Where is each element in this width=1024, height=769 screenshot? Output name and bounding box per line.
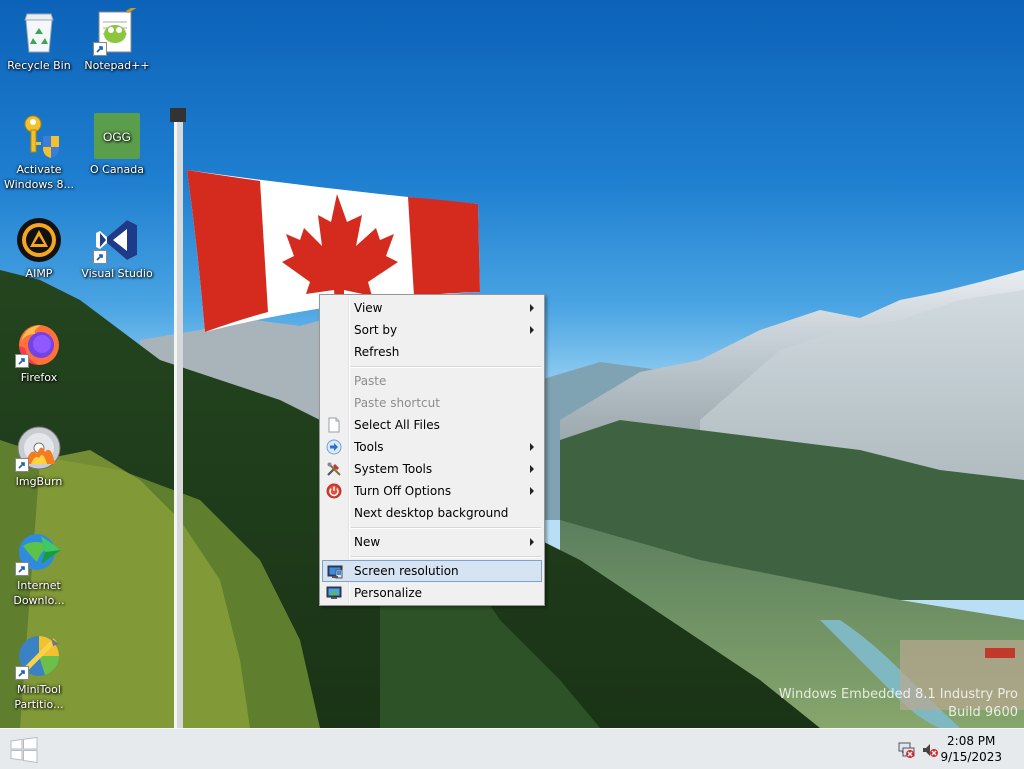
power-icon xyxy=(326,483,342,499)
desktop-icon-label: Visual Studio xyxy=(81,267,153,280)
menu-item-label: Personalize xyxy=(354,586,423,600)
personalize-icon xyxy=(326,585,342,601)
firefox-icon xyxy=(15,320,63,368)
menu-item-select-all-files[interactable]: Select All Files xyxy=(322,414,542,436)
desktop-icon-label: ImgBurn xyxy=(15,475,63,488)
submenu-arrow-icon xyxy=(530,538,534,546)
menu-separator xyxy=(351,527,541,529)
menu-item-sort-by[interactable]: Sort by xyxy=(322,319,542,341)
taskbar-clock[interactable]: 2:08 PM 9/15/2023 xyxy=(940,733,1002,765)
network-disconnected-icon[interactable] xyxy=(897,741,915,759)
desktop-icon-imgburn[interactable]: ImgBurn xyxy=(0,424,78,489)
ogg-badge-text: OGG xyxy=(103,130,131,144)
submenu-arrow-icon xyxy=(530,465,534,473)
desktop-icon-visual-studio[interactable]: Visual Studio xyxy=(78,216,156,281)
desktop-icon-firefox[interactable]: Firefox xyxy=(0,320,78,385)
tools-icon xyxy=(326,461,342,477)
submenu-arrow-icon xyxy=(530,487,534,495)
desktop-icon-label: Internet Downlo... xyxy=(13,579,65,607)
desktop-icon-label: Recycle Bin xyxy=(7,59,71,72)
menu-item-personalize[interactable]: Personalize xyxy=(322,582,542,604)
windows-logo-icon xyxy=(10,736,38,764)
menu-item-label: Sort by xyxy=(354,323,398,337)
shortcut-arrow-icon xyxy=(15,458,29,472)
menu-separator xyxy=(351,366,541,368)
menu-item-tools[interactable]: Tools xyxy=(322,436,542,458)
clock-time: 2:08 PM xyxy=(947,734,996,748)
desktop-icon-aimp[interactable]: AIMP xyxy=(0,216,78,281)
menu-item-new[interactable]: New xyxy=(322,531,542,553)
imgburn-icon xyxy=(15,424,63,472)
menu-item-label: Select All Files xyxy=(354,418,440,432)
menu-separator xyxy=(351,556,541,558)
desktop-icon-label: Firefox xyxy=(20,371,58,384)
menu-item-label: Turn Off Options xyxy=(354,484,452,498)
key-shield-icon xyxy=(15,112,63,160)
watermark-build: Build 9600 xyxy=(948,705,1018,720)
menu-item-label: Next desktop background xyxy=(354,506,509,520)
desktop-icon-minitool-partition[interactable]: MiniTool Partitio... xyxy=(0,632,78,712)
menu-item-paste: Paste xyxy=(322,370,542,392)
desktop-icon-label: Activate Windows 8... xyxy=(3,163,75,191)
menu-item-system-tools[interactable]: System Tools xyxy=(322,458,542,480)
menu-item-label: Refresh xyxy=(354,345,400,359)
desktop-icon-internet-download-manager[interactable]: Internet Downlo... xyxy=(0,528,78,608)
visual-studio-icon xyxy=(93,216,141,264)
menu-item-view[interactable]: View xyxy=(322,297,542,319)
menu-item-paste-shortcut: Paste shortcut xyxy=(322,392,542,414)
internet-download-manager-icon xyxy=(15,528,63,576)
submenu-arrow-icon xyxy=(530,443,534,451)
menu-item-label: Paste shortcut xyxy=(354,396,440,410)
desktop-icon-label: MiniTool Partitio... xyxy=(14,683,64,711)
ogg-file-icon: OGG xyxy=(93,112,141,160)
shortcut-arrow-icon xyxy=(15,562,29,576)
minitool-partition-icon xyxy=(15,632,63,680)
desktop-icon-notepad-plus-plus[interactable]: Notepad++ xyxy=(78,8,156,73)
menu-item-label: Screen resolution xyxy=(354,564,459,578)
windows-version-watermark: Windows Embedded 8.1 Industry Pro Build … xyxy=(779,686,1018,722)
shortcut-arrow-icon xyxy=(15,354,29,368)
desktop-icon-o-canada[interactable]: OGG O Canada xyxy=(78,112,156,177)
menu-item-label: View xyxy=(354,301,383,315)
desktop-icon-label: AIMP xyxy=(25,267,53,280)
menu-item-turn-off-options[interactable]: Turn Off Options xyxy=(322,480,542,502)
desktop-icon-activate-windows[interactable]: Activate Windows 8... xyxy=(0,112,78,192)
notepad-plus-plus-icon xyxy=(93,8,141,56)
desktop-context-menu: View Sort by Refresh Paste Paste shortcu… xyxy=(319,294,545,606)
aimp-icon xyxy=(15,216,63,264)
document-icon xyxy=(326,417,342,433)
menu-item-label: New xyxy=(354,535,381,549)
watermark-edition: Windows Embedded 8.1 Industry Pro xyxy=(778,687,1018,702)
shortcut-arrow-icon xyxy=(93,250,107,264)
desktop-icon-label: Notepad++ xyxy=(84,59,150,72)
menu-item-label: System Tools xyxy=(354,462,433,476)
volume-muted-icon[interactable] xyxy=(921,741,939,759)
taskbar: 2:08 PM 9/15/2023 xyxy=(0,728,1024,769)
desktop-icon-label: O Canada xyxy=(89,163,144,176)
menu-item-refresh[interactable]: Refresh xyxy=(322,341,542,363)
menu-item-screen-resolution[interactable]: Screen resolution xyxy=(322,560,542,582)
submenu-arrow-icon xyxy=(530,326,534,334)
start-button[interactable] xyxy=(10,736,38,764)
shortcut-arrow-icon xyxy=(15,666,29,680)
shortcut-arrow-icon xyxy=(93,42,107,56)
menu-item-label: Tools xyxy=(354,440,384,454)
arrow-right-icon xyxy=(326,439,342,455)
desktop-icon-recycle-bin[interactable]: Recycle Bin xyxy=(0,8,78,73)
menu-item-next-desktop-background[interactable]: Next desktop background xyxy=(322,502,542,524)
recycle-bin-icon xyxy=(15,8,63,56)
menu-item-label: Paste xyxy=(354,374,387,388)
screen-resolution-icon xyxy=(327,564,343,580)
submenu-arrow-icon xyxy=(530,304,534,312)
clock-date: 9/15/2023 xyxy=(940,750,1002,764)
